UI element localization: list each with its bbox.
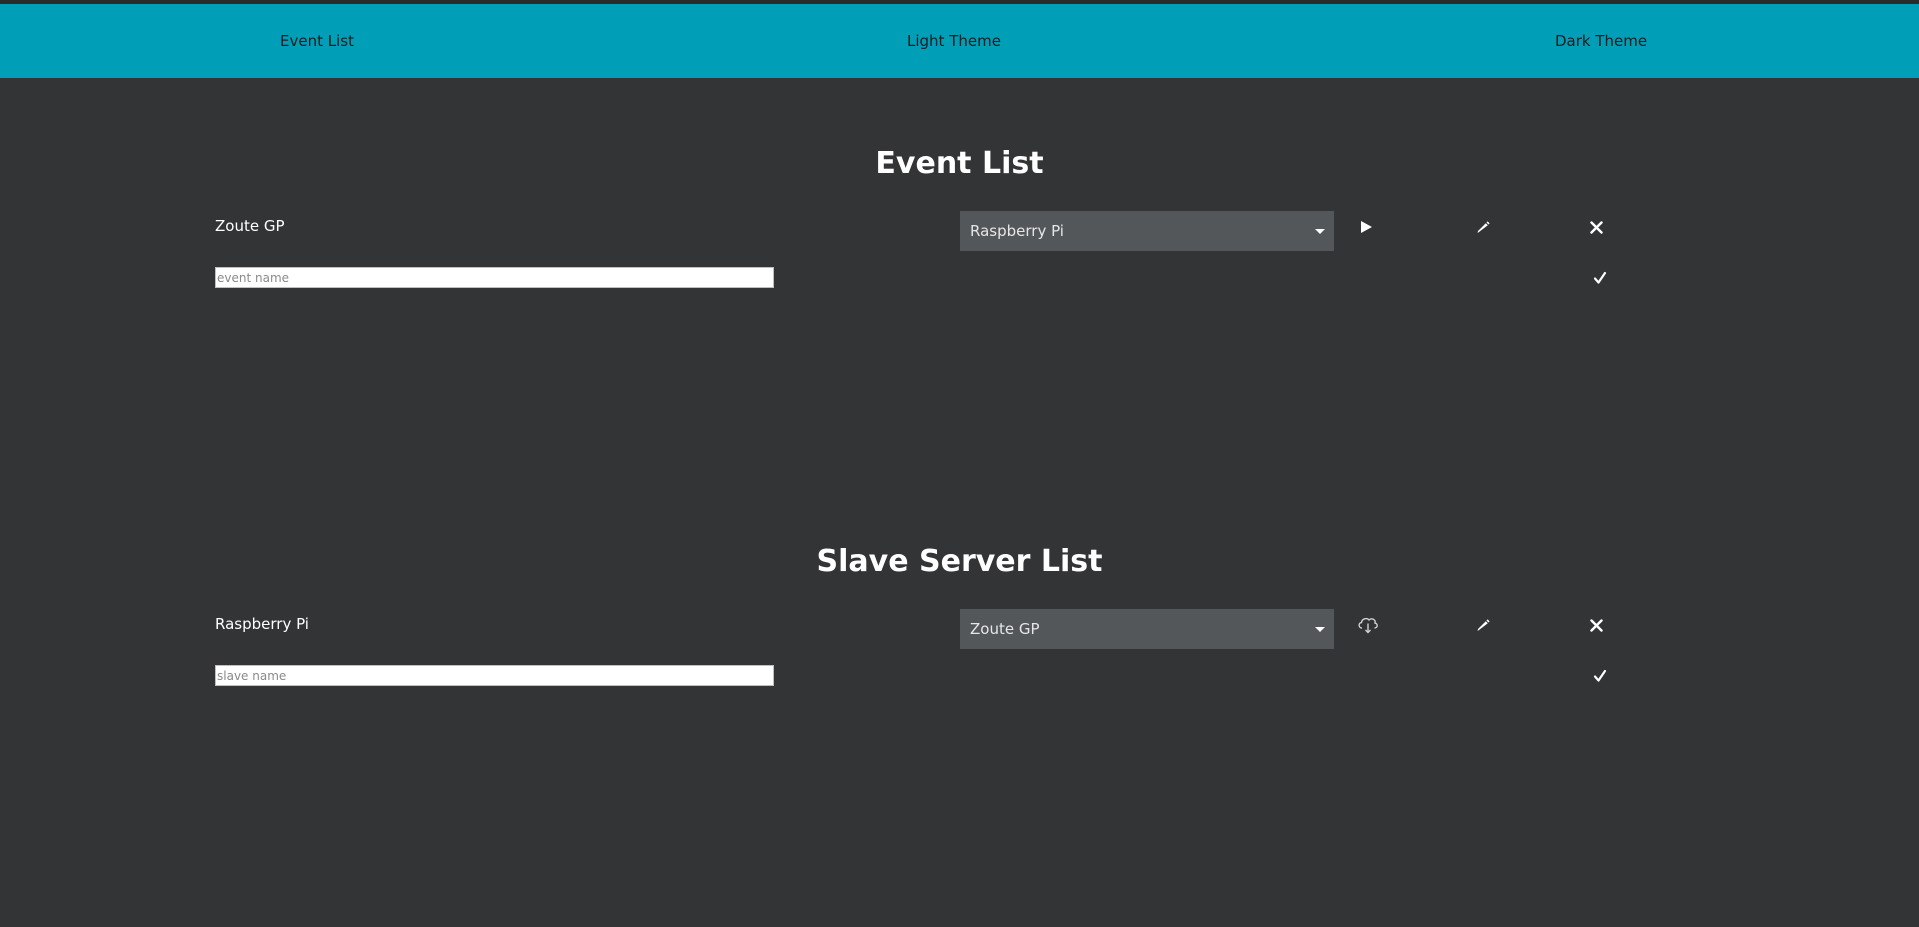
cloud-download-icon[interactable] [1356, 613, 1380, 637]
event-list-title: Event List [875, 146, 1044, 181]
pencil-icon[interactable] [1471, 613, 1495, 637]
nav-dark-theme[interactable]: Dark Theme [1555, 4, 1647, 78]
event-name-input[interactable] [215, 267, 774, 288]
caret-down-icon [1315, 229, 1325, 234]
event-select[interactable]: Zoute GP [960, 609, 1334, 649]
caret-down-icon [1315, 627, 1325, 632]
nav-event-list[interactable]: Event List [280, 4, 354, 78]
slave-name: Raspberry Pi [215, 615, 309, 633]
server-select-value: Raspberry Pi [970, 222, 1064, 240]
navbar: Event List Light Theme Dark Theme [0, 4, 1919, 78]
event-name: Zoute GP [215, 217, 285, 235]
close-icon[interactable] [1584, 613, 1608, 637]
pencil-icon[interactable] [1471, 215, 1495, 239]
slave-server-list-title: Slave Server List [816, 544, 1103, 579]
play-icon[interactable] [1354, 215, 1378, 239]
check-icon[interactable] [1588, 664, 1612, 688]
nav-light-theme[interactable]: Light Theme [907, 4, 1001, 78]
check-icon[interactable] [1588, 266, 1612, 290]
event-select-value: Zoute GP [970, 620, 1040, 638]
server-select[interactable]: Raspberry Pi [960, 211, 1334, 251]
close-icon[interactable] [1584, 215, 1608, 239]
slave-name-input[interactable] [215, 665, 774, 686]
